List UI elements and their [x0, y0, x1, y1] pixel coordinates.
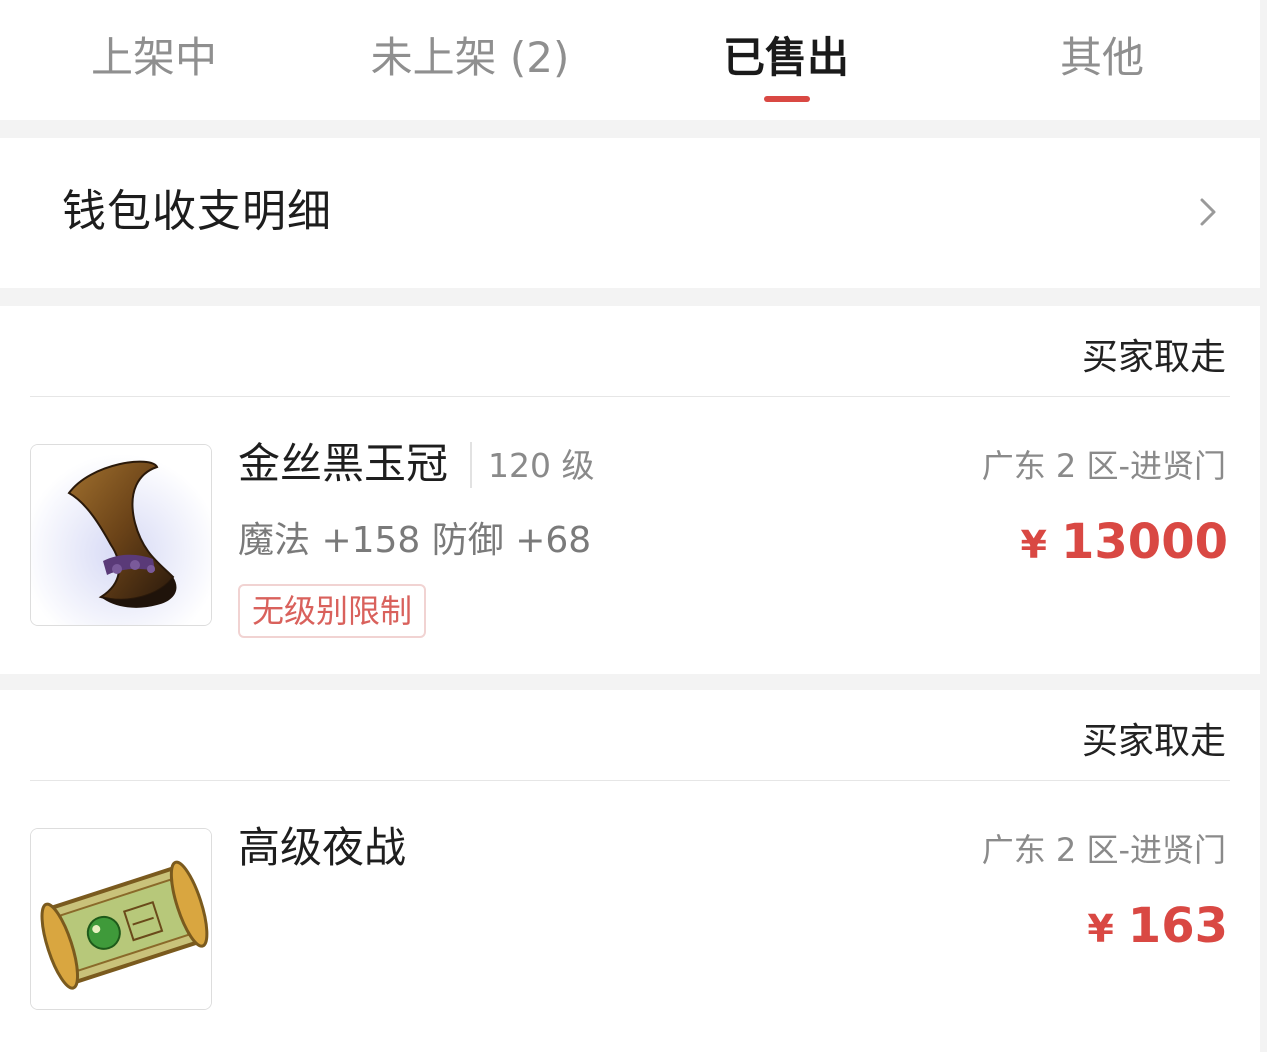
active-tab-indicator: [764, 96, 810, 102]
sold-item-card[interactable]: 买家取走 金丝黑玉冠 120 级 魔法 +158 防御 +68 无级别限制 广东…: [0, 306, 1260, 674]
sold-items-page: 上架中 未上架 (2) 已售出 其他 钱包收支明细 买家取走 金丝黑玉冠 120…: [0, 0, 1260, 1052]
item-thumbnail: [30, 444, 212, 626]
item-price: ¥13000: [1021, 512, 1228, 575]
server-name: 广东 2 区-进贤门: [981, 831, 1226, 869]
no-level-limit-tag: 无级别限制: [238, 584, 427, 638]
tab-on-sale[interactable]: 上架中: [84, 28, 224, 88]
item-name: 金丝黑玉冠: [238, 439, 449, 488]
card-divider: [30, 780, 1230, 781]
sold-item-card[interactable]: 买家取走 高级夜战 广东 2 区-进贤门 ¥163: [0, 690, 1260, 1052]
scroll-icon: [31, 829, 211, 1009]
currency-symbol: ¥: [1020, 523, 1047, 567]
chevron-right-icon: [1200, 198, 1216, 226]
item-level: 120 级: [488, 446, 595, 485]
name-level-separator: [470, 442, 472, 488]
tab-other[interactable]: 其他: [1052, 28, 1152, 88]
order-status: 买家取走: [1081, 721, 1226, 762]
wallet-details-row[interactable]: 钱包收支明细: [0, 138, 1260, 288]
item-name: 高级夜战: [238, 823, 407, 872]
order-status: 买家取走: [1081, 337, 1226, 378]
server-name: 广东 2 区-进贤门: [981, 447, 1226, 485]
wallet-details-label: 钱包收支明细: [62, 186, 332, 237]
tab-sold[interactable]: 已售出: [716, 28, 856, 88]
item-thumbnail: [30, 828, 212, 1010]
tab-bar: 上架中 未上架 (2) 已售出 其他: [0, 0, 1260, 120]
price-value: 13000: [1061, 514, 1228, 570]
hat-icon: [31, 445, 211, 625]
item-stats: 魔法 +158 防御 +68: [238, 520, 592, 561]
tab-not-listed[interactable]: 未上架 (2): [370, 28, 570, 88]
price-value: 163: [1127, 898, 1228, 954]
currency-symbol: ¥: [1087, 907, 1114, 951]
item-price: ¥163: [1087, 896, 1228, 959]
card-divider: [30, 396, 1230, 397]
